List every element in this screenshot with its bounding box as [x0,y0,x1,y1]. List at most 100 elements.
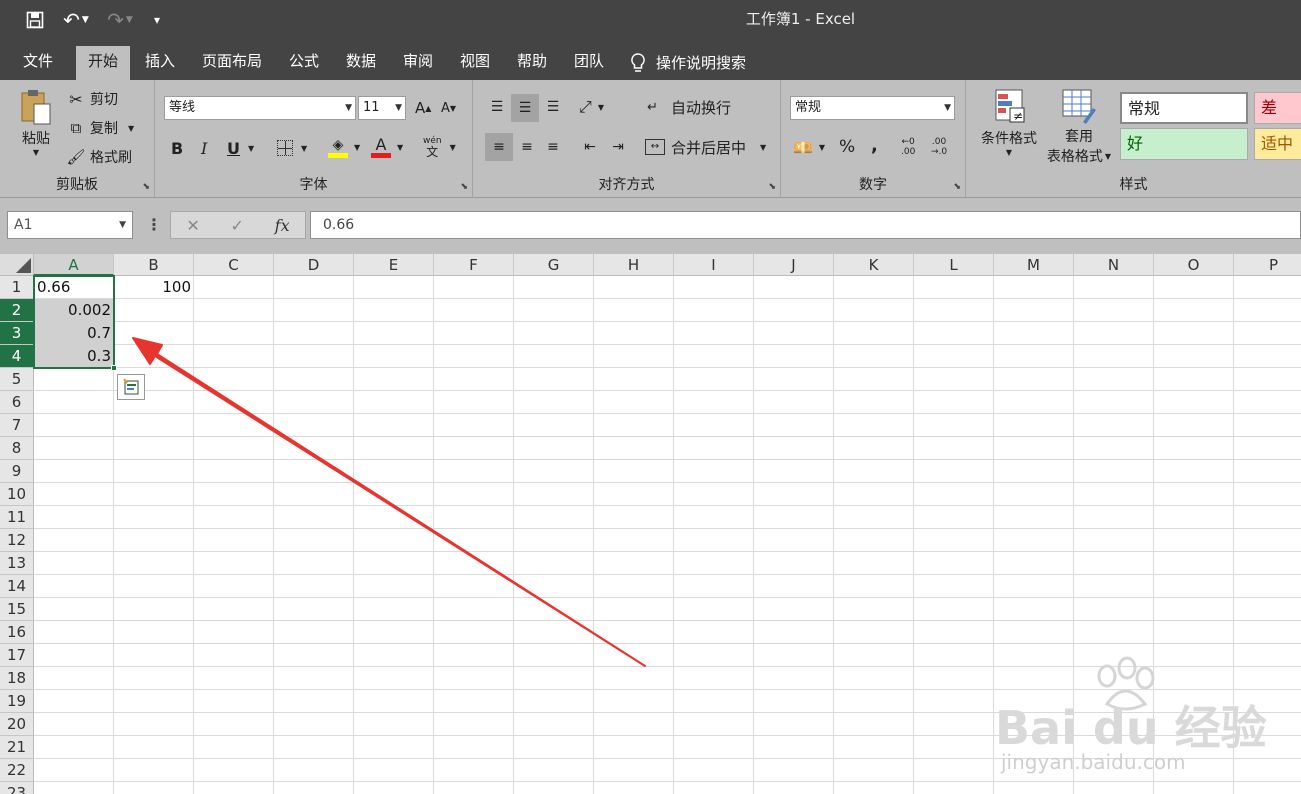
chevron-down-icon: ▼ [944,103,951,113]
tab-team[interactable]: 团队 [565,46,613,80]
cell-b1[interactable]: 100 [114,276,194,299]
borders-button[interactable]: ▼ [277,136,307,160]
orientation-icon: ⤢ [579,97,592,116]
font-name-select[interactable]: 等线 ▼ [164,96,356,120]
worksheet-grid[interactable]: ABCDEFGHIJKLMNOP 1 2 3 4 5 6 7 8 9 10 11 12 13 14 15 16… [0,254,1301,794]
align-center-icon: ≡ [521,139,533,155]
middle-align-button[interactable]: ☰ [511,94,539,122]
style-good[interactable]: 好 [1120,128,1248,160]
align-center-button[interactable]: ≡ [515,133,539,161]
name-box[interactable]: A1 ▼ [7,211,133,239]
tell-me-search[interactable]: 操作说明搜索 [630,46,770,80]
conditional-formatting-button[interactable]: ≠ 条件格式 ▼ [974,88,1044,172]
decrease-indent-button[interactable]: ⇤ [577,133,603,161]
tab-page-layout[interactable]: 页面布局 [196,46,268,80]
align-bottom-icon: ☰ [546,99,560,115]
align-left-button[interactable]: ≡ [485,133,513,161]
paste-label: 粘贴 [22,131,50,147]
wrap-text-button[interactable]: ↵ 自动换行 [647,94,731,120]
chevron-down-icon: ▼ [128,123,135,133]
formula-buttons: ✕ ✓ fx [170,211,306,239]
more-options-icon[interactable]: ⋮ [146,215,162,234]
chevron-down-icon: ▼ [1005,148,1013,157]
styles-group-label: 样式 [1119,177,1148,193]
comma-style-button[interactable]: , [871,132,878,158]
align-right-icon: ≡ [547,139,559,155]
chevron-down-icon: ▼ [397,142,404,152]
decrease-decimal-button[interactable]: .00 →.0 [931,132,947,162]
align-left-icon: ≡ [493,139,505,155]
number-format-select[interactable]: 常规 ▼ [790,96,955,120]
dialog-launcher-icon[interactable]: ⬊ [460,182,468,192]
conditional-formatting-icon: ≠ [995,89,1025,123]
align-right-button[interactable]: ≡ [541,133,565,161]
format-painter-button[interactable]: 🖌 格式刷 [66,146,132,168]
bottom-align-button[interactable]: ☰ [541,94,565,120]
lightbulb-icon [631,53,645,72]
percent-button[interactable]: % [839,134,855,160]
cell-a1[interactable]: 0.66 [34,276,114,299]
tab-formulas[interactable]: 公式 [280,46,328,80]
dialog-launcher-icon[interactable]: ⬊ [142,182,150,192]
cut-button[interactable]: ✂ 剪切 [66,88,118,110]
formula-input[interactable]: 0.66 [310,211,1301,239]
copy-icon: ⧉ [70,119,82,137]
style-neutral[interactable]: 适中 [1254,128,1301,160]
merge-cells-icon: ↔ [645,139,665,155]
shrink-font-icon: A [441,100,450,116]
tab-home[interactable]: 开始 [76,46,130,80]
tab-data[interactable]: 数据 [337,46,385,80]
chevron-down-icon: ▼ [354,142,361,152]
font-name-value: 等线 [169,100,196,115]
tab-review[interactable]: 审阅 [394,46,442,80]
currency-button[interactable]: 💴 ▼ [793,134,825,160]
quick-analysis-button[interactable] [117,374,145,400]
phonetic-icon: wén 文 [423,136,442,159]
scissors-icon: ✂ [69,89,83,109]
italic-button[interactable]: I [201,136,207,160]
phonetic-guide-button[interactable]: wén 文 ▼ [423,132,456,162]
merge-center-button[interactable]: ↔ 合并后居中 ▼ [645,133,766,161]
font-color-icon: A [371,136,391,158]
chevron-down-icon: ▼ [818,142,826,152]
increase-indent-button[interactable]: ⇥ [605,133,631,161]
decrease-font-size-button[interactable]: A ▼ [441,96,456,120]
tab-file[interactable]: 文件 [10,46,66,80]
dialog-launcher-icon[interactable]: ⬊ [768,182,776,192]
chevron-down-icon: ▼ [345,103,352,113]
outdent-icon: ⇤ [584,139,596,155]
cell-a3[interactable]: 0.7 [34,322,114,345]
style-normal[interactable]: 常规 [1120,92,1248,124]
cancel-button[interactable]: ✕ [186,216,199,235]
top-align-button[interactable]: ☰ [485,94,509,120]
tab-view[interactable]: 视图 [451,46,499,80]
format-as-table-button[interactable]: 套用 表格格式 ▼ [1042,88,1116,172]
chevron-down-icon: ▼ [119,220,126,230]
tab-help[interactable]: 帮助 [508,46,556,80]
cell-a4[interactable]: 0.3 [34,345,114,368]
underline-button[interactable]: U ▼ [227,136,254,160]
font-size-value: 11 [363,100,380,115]
bold-button[interactable]: B [171,136,183,160]
cut-label: 剪切 [90,92,118,108]
insert-function-button[interactable]: fx [275,216,290,235]
tab-insert[interactable]: 插入 [136,46,184,80]
merge-center-label: 合并后居中 [671,138,747,157]
font-color-button[interactable]: A ▼ [371,134,403,160]
fill-color-button[interactable]: ◈ ▼ [328,134,360,160]
format-as-table-label-1: 套用 [1065,129,1093,145]
style-bad[interactable]: 差 [1254,92,1301,124]
watermark-brand: Bai du 经验 [995,701,1267,755]
increase-decimal-button[interactable]: ←0 .00 [901,132,915,162]
increase-font-size-button[interactable]: A ▲ [415,96,431,120]
dialog-launcher-icon[interactable]: ⬊ [953,182,961,192]
paste-button[interactable]: 粘贴 ▼ [12,88,60,170]
orientation-button[interactable]: ⤢ ▼ [579,94,604,120]
chevron-down-icon: ▼ [1104,151,1112,161]
chevron-down-icon: ▼ [248,143,255,153]
enter-button[interactable]: ✓ [231,216,244,235]
cell-a2[interactable]: 0.002 [34,299,114,322]
copy-button[interactable]: ⧉ 复制 ▼ [66,117,135,139]
clipboard-group: 粘贴 ▼ ✂ 剪切 ⧉ 复制 ▼ 🖌 格式刷 剪贴板 ⬊ [0,80,155,198]
font-size-select[interactable]: 11 ▼ [358,96,406,120]
